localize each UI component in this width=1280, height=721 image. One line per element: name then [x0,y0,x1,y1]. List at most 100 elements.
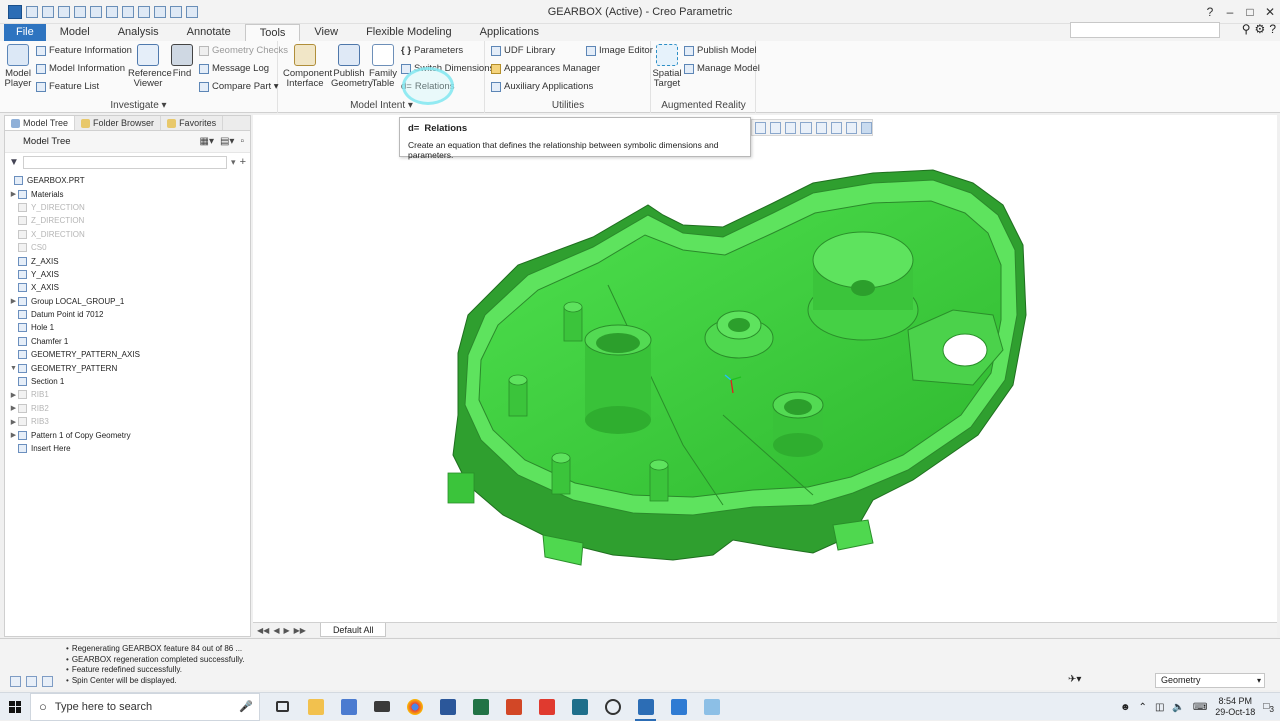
tree-search-input[interactable] [22,155,228,169]
tree-filter-icon[interactable]: ▫ [240,136,244,147]
undo-icon[interactable] [74,5,86,18]
mail-button[interactable] [365,693,398,721]
add-filter-icon[interactable]: + [240,156,246,168]
help-icon[interactable]: ? [1200,0,1220,24]
expand-toggle-icon[interactable]: ▶ [9,418,18,426]
tree-node[interactable]: Hole 1 [5,321,250,334]
publish-model-button[interactable]: Publish Model [684,45,757,56]
app-teal-button[interactable] [563,693,596,721]
full-screen-icon[interactable] [42,676,53,687]
help-menu-icon[interactable]: ? [1269,22,1276,36]
parameters-button[interactable]: { } Parameters [401,45,463,56]
tree-settings-icon[interactable]: ▤▾ [220,136,234,147]
component-interface-button[interactable]: Component Interface [283,44,332,89]
open-file-icon[interactable] [42,5,54,18]
tab-analysis[interactable]: Analysis [104,24,173,41]
app-s-blue-button[interactable] [662,693,695,721]
chrome-button[interactable] [398,693,431,721]
tree-node[interactable]: ▼ GEOMETRY_PATTERN [5,361,250,374]
reference-viewer-button[interactable]: Reference Viewer [128,44,172,89]
tree-node[interactable]: GEARBOX.PRT [5,174,250,187]
saved-orientations-icon[interactable] [830,121,842,134]
manage-model-button[interactable]: Manage Model [684,63,760,74]
expand-toggle-icon[interactable]: ▶ [9,431,18,439]
tab-folder-browser[interactable]: Folder Browser [75,116,162,130]
feature-list-button[interactable]: Feature List [36,81,99,92]
tree-node[interactable]: Datum Point id 7012 [5,308,250,321]
tree-columns-icon[interactable]: ▦▾ [200,136,214,147]
compare-part-button[interactable]: Compare Part ▾ [199,81,279,92]
relations-qat-icon[interactable] [154,5,166,18]
tree-node[interactable]: Chamfer 1 [5,335,250,348]
navigator-toggle-icon[interactable] [10,676,21,687]
tree-node[interactable]: GEOMETRY_PATTERN_AXIS [5,348,250,361]
tab-annotate[interactable]: Annotate [173,24,245,41]
microphone-icon[interactable]: 🎤 [239,700,253,713]
close-button[interactable]: ✕ [1260,0,1280,24]
taskbar-search-input[interactable]: ○ Type here to search 🎤 [30,692,260,721]
find-button[interactable]: Find [170,44,194,79]
redo-icon[interactable] [90,5,102,18]
file-explorer-button[interactable] [299,693,332,721]
expand-toggle-icon[interactable]: ▶ [9,404,18,412]
tree-node[interactable]: ▶ Materials [5,187,250,200]
tree-node[interactable]: Y_DIRECTION [5,201,250,214]
model-information-button[interactable]: Model Information [36,63,125,74]
tab-view[interactable]: View [300,24,352,41]
windows-icon[interactable] [122,5,134,18]
tab-applications[interactable]: Applications [466,24,553,41]
settings-icon[interactable]: ⚙ [1255,22,1266,36]
tab-favorites[interactable]: Favorites [161,116,224,130]
tree-node[interactable]: X_AXIS [5,281,250,294]
expand-toggle-icon[interactable]: ▼ [9,365,18,372]
tree-node[interactable]: X_DIRECTION [5,228,250,241]
maximize-button[interactable]: □ [1240,0,1260,24]
app-light-button[interactable] [695,693,728,721]
browser-toggle-icon[interactable] [26,676,37,687]
network-icon[interactable]: ◫ [1155,702,1164,713]
keyboard-icon[interactable]: ⌨ [1193,702,1207,713]
graphics-window[interactable] [253,115,1277,622]
customize-qat-icon[interactable] [186,5,198,18]
tree-node[interactable]: Y_AXIS [5,268,250,281]
excel-button[interactable] [464,693,497,721]
tab-default-all[interactable]: Default All [319,623,387,637]
publish-geometry-button[interactable]: Publish Geometry [331,44,373,89]
zoom-in-icon[interactable] [770,121,782,134]
expand-toggle-icon[interactable]: ▶ [9,297,18,305]
start-button[interactable] [0,693,30,721]
word-button[interactable] [431,693,464,721]
prev-tab-icon[interactable]: ◀ [273,626,279,635]
group-title-investigate[interactable]: Investigate ▾ [0,100,277,111]
minimize-button[interactable]: – [1220,0,1240,24]
next-tab-icon[interactable]: ▶ [283,626,289,635]
dropdown-arrow-icon[interactable]: ▾ [231,157,236,168]
tree-node[interactable]: Insert Here [5,442,250,455]
tree-node[interactable]: Z_DIRECTION [5,214,250,227]
tree-node[interactable]: ▶ RIB1 [5,388,250,401]
tab-flexible-modeling[interactable]: Flexible Modeling [352,24,466,41]
people-icon[interactable]: ☻ [1120,702,1131,713]
tab-tools[interactable]: Tools [244,24,301,41]
creo-app-icon[interactable] [8,4,22,19]
parameters-qat-icon[interactable] [170,5,182,18]
spin-center-toggle-icon[interactable] [860,121,872,134]
tree-node[interactable]: ▶ RIB2 [5,402,250,415]
creo-taskbar-button[interactable] [629,693,662,721]
udf-library-button[interactable]: UDF Library [491,45,555,56]
task-view-button[interactable] [266,693,299,721]
group-title-model-intent[interactable]: Model Intent ▾ [279,100,484,111]
feature-information-button[interactable]: Feature Information [36,45,132,56]
selection-filter-select[interactable]: Geometry ▾ [1155,673,1265,688]
spatial-target-button[interactable]: Spatial Target [652,44,682,89]
tab-model[interactable]: Model [46,24,104,41]
repaint-icon[interactable] [800,121,812,134]
expand-toggle-icon[interactable]: ▶ [9,190,18,198]
chevron-up-icon[interactable]: ⌃ [1139,702,1147,713]
datum-display-icon[interactable] [845,121,857,134]
family-table-button[interactable]: Family Table [369,44,397,89]
tree-node[interactable]: ▶ Group LOCAL_GROUP_1 [5,295,250,308]
message-log-button[interactable]: Message Log [199,63,269,74]
appearances-manager-button[interactable]: Appearances Manager [491,63,600,74]
tab-model-tree[interactable]: Model Tree [5,116,76,130]
